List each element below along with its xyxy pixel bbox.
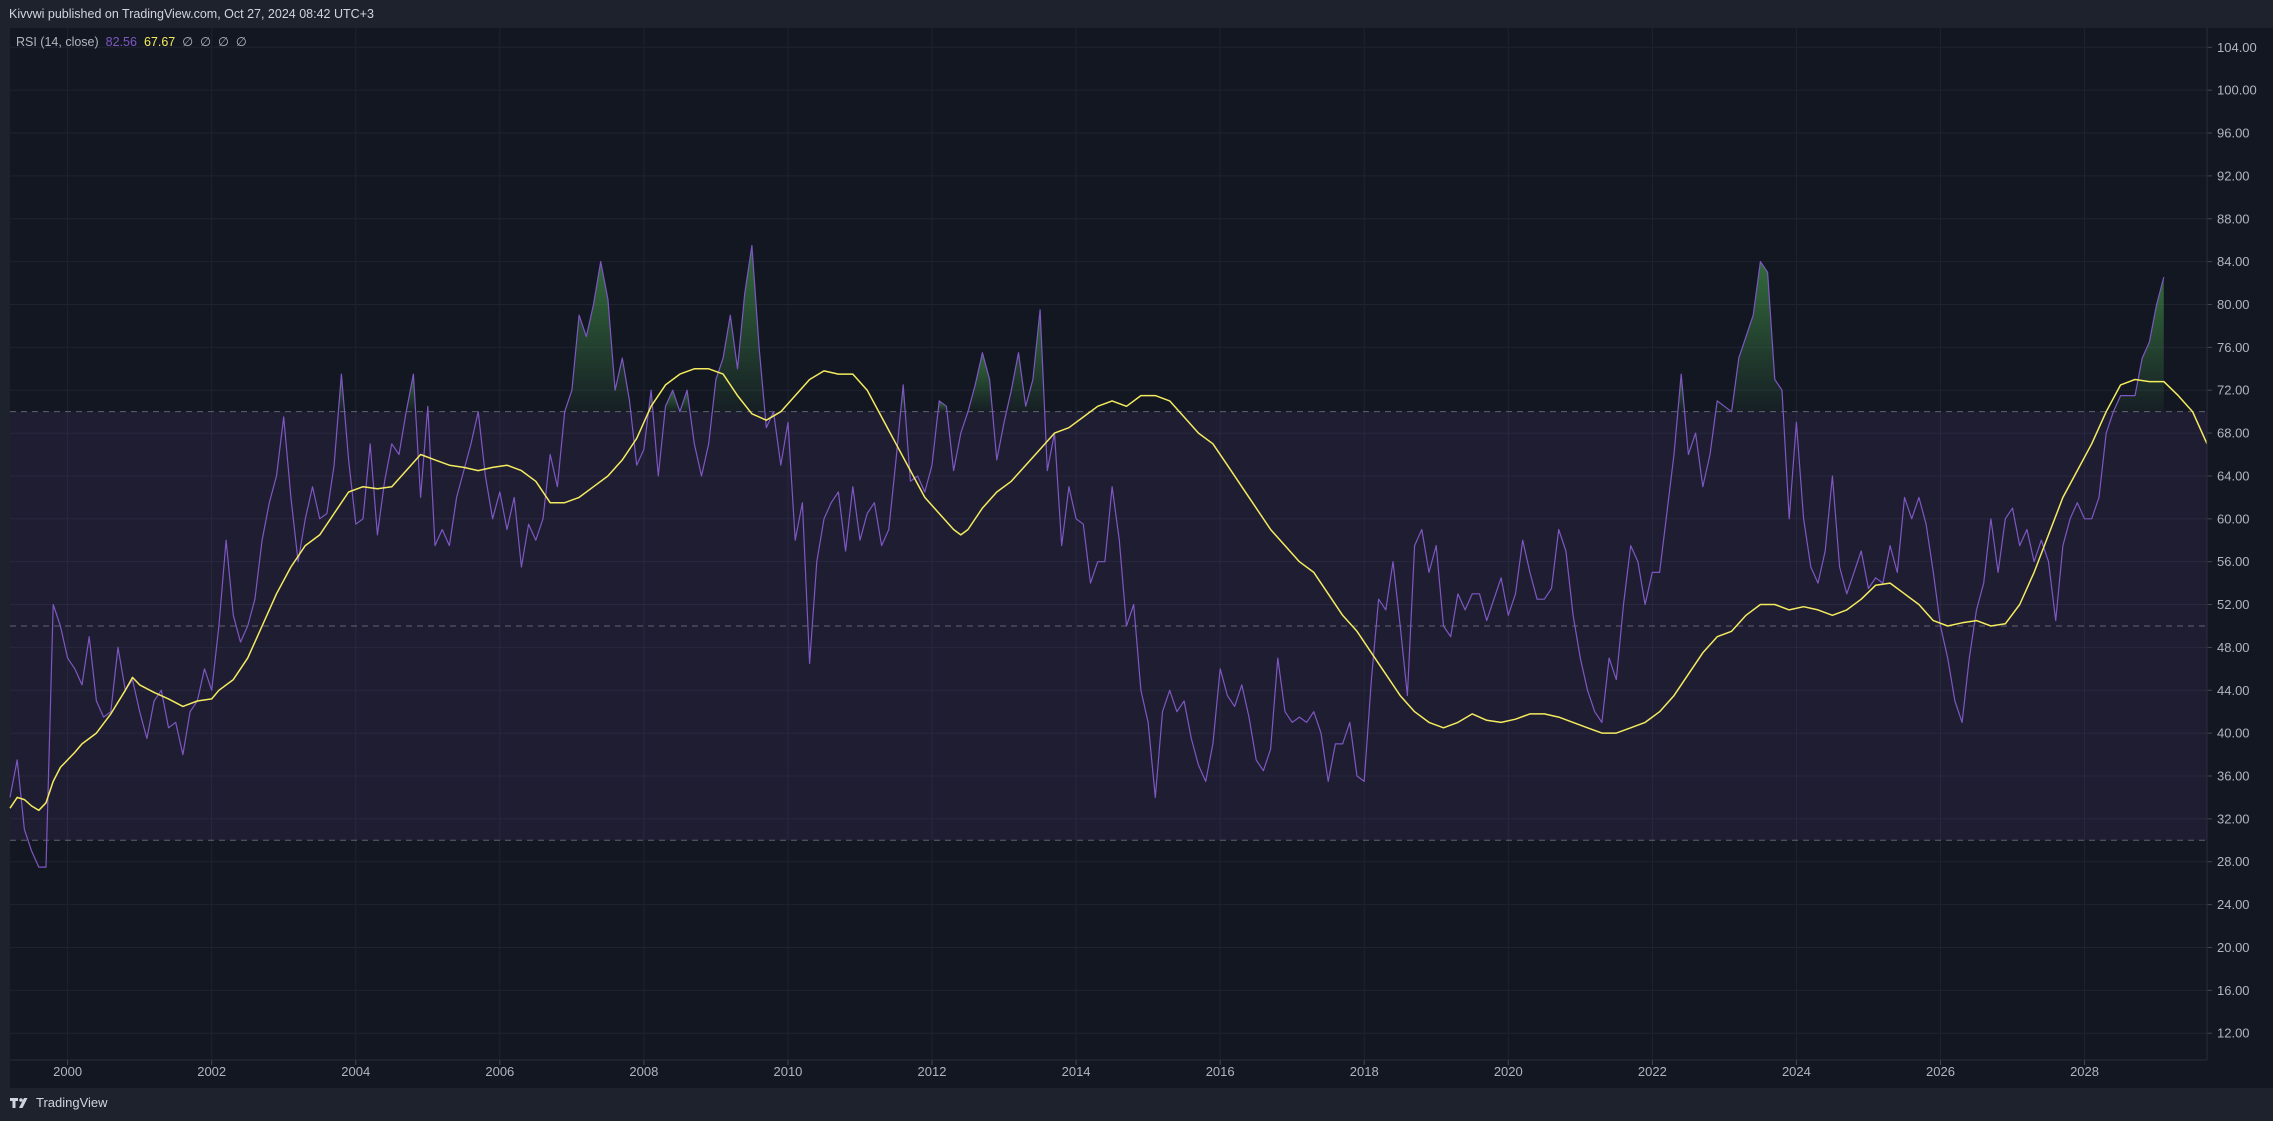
y-tick-label: 60.00 (2217, 511, 2250, 526)
legend-ma-value: 67.67 (143, 34, 176, 49)
x-tick-label: 2016 (1206, 1064, 1235, 1079)
x-tick-label: 2004 (341, 1064, 370, 1079)
x-tick-label: 2018 (1350, 1064, 1379, 1079)
y-tick-label: 84.00 (2217, 254, 2250, 269)
x-tick-label: 2020 (1494, 1064, 1523, 1079)
x-tick-label: 2026 (1926, 1064, 1955, 1079)
x-tick-label: 2024 (1782, 1064, 1811, 1079)
x-tick-label: 2010 (773, 1064, 802, 1079)
indicator-legend[interactable]: RSI (14, close) 82.56 67.67 ∅ ∅ ∅ ∅ (16, 34, 247, 50)
y-tick-label: 48.00 (2217, 640, 2250, 655)
y-tick-label: 92.00 (2217, 168, 2250, 183)
x-tick-label: 2006 (485, 1064, 514, 1079)
y-tick-label: 32.00 (2217, 811, 2250, 826)
y-tick-label: 16.00 (2217, 983, 2250, 998)
legend-rsi-value: 82.56 (105, 34, 137, 49)
tradingview-logo-icon (10, 1096, 30, 1110)
y-tick-label: 40.00 (2217, 726, 2250, 741)
y-tick-label: 96.00 (2217, 126, 2250, 141)
chart-window: Kivvwi published on TradingView.com, Oct… (0, 0, 2273, 1121)
legend-title: RSI (14, close) (16, 34, 99, 49)
y-tick-label: 28.00 (2217, 854, 2250, 869)
x-tick-label: 2014 (1062, 1064, 1091, 1079)
legend-empty-value: ∅ (182, 35, 194, 49)
y-tick-label: 80.00 (2217, 297, 2250, 312)
y-tick-label: 72.00 (2217, 383, 2250, 398)
legend-empty-value: ∅ (235, 35, 247, 49)
y-tick-label: 52.00 (2217, 597, 2250, 612)
overbought-area (564, 261, 631, 412)
rsi-chart[interactable]: 12.00 16.00 20.00 24.00 28.00 32.00 36.00 40.00… (0, 0, 2273, 1121)
overbought-fill (338, 245, 2164, 412)
y-tick-label: 56.00 (2217, 554, 2250, 569)
x-tick-label: 2000 (53, 1064, 82, 1079)
overbought-area (1715, 261, 1784, 412)
y-tick-label: 12.00 (2217, 1026, 2250, 1041)
y-tick-label: 20.00 (2217, 940, 2250, 955)
x-tick-label: 2002 (197, 1064, 226, 1079)
x-tick-label: 2028 (2070, 1064, 2099, 1079)
y-tick-label: 24.00 (2217, 897, 2250, 912)
overbought-area (712, 245, 765, 412)
y-tick-label: 44.00 (2217, 683, 2250, 698)
y-tick-label: 104.00 (2217, 40, 2257, 55)
brand[interactable]: TradingView (10, 1095, 108, 1110)
y-tick-label: 36.00 (2217, 769, 2250, 784)
x-tick-label: 2008 (629, 1064, 658, 1079)
legend-empty-value: ∅ (218, 35, 229, 49)
y-tick-label: 64.00 (2217, 468, 2250, 483)
y-tick-label: 88.00 (2217, 211, 2250, 226)
y-tick-label: 100.00 (2217, 83, 2257, 98)
y-tick-label: 76.00 (2217, 340, 2250, 355)
y-tick-label: 68.00 (2217, 426, 2250, 441)
brand-name: TradingView (36, 1095, 108, 1110)
overbought-area (2113, 277, 2164, 412)
footer-bar (0, 1088, 2273, 1121)
x-tick-label: 2022 (1638, 1064, 1667, 1079)
rsi-band (10, 411, 2207, 841)
x-tick-label: 2012 (918, 1064, 947, 1079)
rsi-band-fill (10, 411, 2207, 841)
legend-empty-value: ∅ (200, 35, 212, 49)
